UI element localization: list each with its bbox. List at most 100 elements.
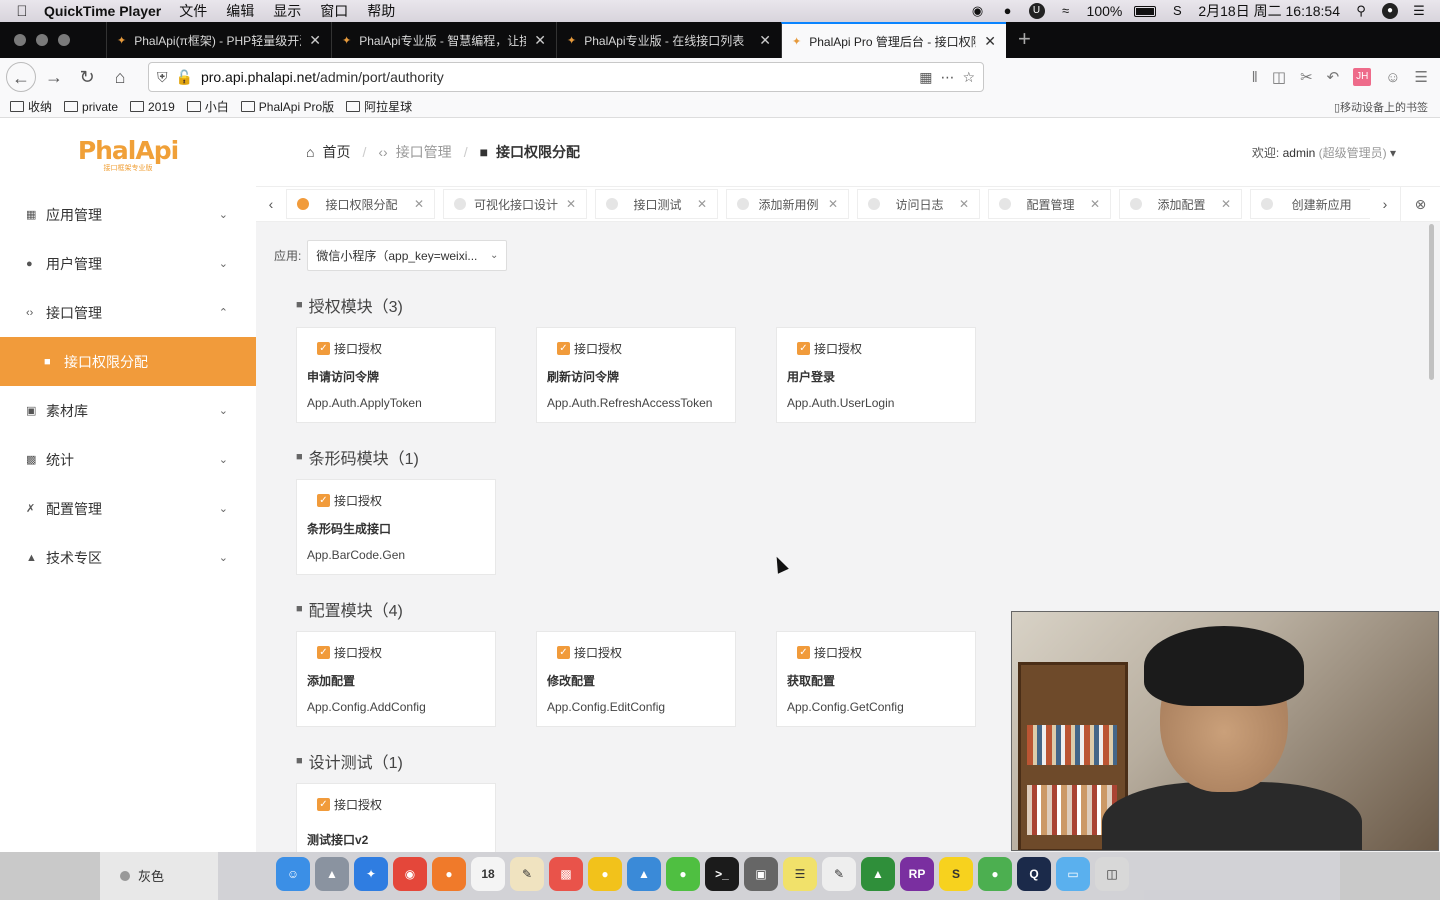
textedit-icon[interactable]: ✎ xyxy=(822,857,856,891)
wechat-dock-icon[interactable]: ● xyxy=(666,857,700,891)
sidebar-item-user-management[interactable]: ● 用户管理 ⌄ xyxy=(0,239,256,288)
close-tab-icon[interactable]: ✕ xyxy=(534,32,546,49)
menu-file[interactable]: 文件 xyxy=(179,1,207,21)
sticky-notes-icon[interactable]: ☰ xyxy=(783,857,817,891)
menu-view[interactable]: 显示 xyxy=(273,1,301,21)
page-tab[interactable]: 访问日志 ✕ xyxy=(857,189,981,219)
bookmark-folder[interactable]: PhalApi Pro版 xyxy=(240,98,334,115)
breadcrumb-home[interactable]: 首页 xyxy=(322,142,350,162)
tabs-scroll-left-icon[interactable]: ‹ xyxy=(256,196,286,212)
activity-monitor-icon[interactable]: ▲ xyxy=(861,857,895,891)
menu-window[interactable]: 窗口 xyxy=(320,1,348,21)
authorize-checkbox[interactable]: ✓ 接口授权 xyxy=(787,644,965,661)
browser-tab[interactable]: ✦ PhalApi专业版 - 智慧编程，让接 ✕ xyxy=(331,22,556,58)
authorize-checkbox[interactable]: ✓ 接口授权 xyxy=(547,340,725,357)
phalapi-logo[interactable]: PhalApi 接口框架专业版 xyxy=(0,118,256,190)
page-tab[interactable]: 添加配置 ✕ xyxy=(1119,189,1243,219)
spotlight-search-icon[interactable]: ⚲ xyxy=(1352,4,1370,18)
hamburger-menu-icon[interactable]: ☰ xyxy=(1415,68,1428,86)
firefox-icon[interactable]: ● xyxy=(432,857,466,891)
close-all-tabs-icon[interactable]: ⊗ xyxy=(1400,186,1440,222)
reload-button[interactable]: ↻ xyxy=(72,62,102,92)
mobile-bookmarks[interactable]: ▯移动设备上的书签 xyxy=(1334,99,1440,115)
notification-center-icon[interactable]: ☰ xyxy=(1410,4,1428,18)
wechat-icon[interactable]: ● xyxy=(999,4,1017,18)
close-tab-icon[interactable]: ✕ xyxy=(566,197,576,211)
jh-extension-icon[interactable]: JH xyxy=(1353,68,1372,86)
back-button[interactable]: ← xyxy=(6,62,36,92)
siri-icon[interactable]: ● xyxy=(1382,3,1398,19)
wifi-icon[interactable]: ≈ xyxy=(1057,4,1075,18)
page-tab-active[interactable]: 接口权限分配 ✕ xyxy=(286,189,435,219)
calendar-icon[interactable]: 18 xyxy=(471,857,505,891)
close-tab-icon[interactable]: ✕ xyxy=(414,197,424,211)
quicktime-icon[interactable]: Q xyxy=(1017,857,1051,891)
downloads-folder-icon[interactable]: ▭ xyxy=(1056,857,1090,891)
sidebar-item-material-library[interactable]: ▣ 素材库 ⌄ xyxy=(0,386,256,435)
breadcrumb-api-management[interactable]: 接口管理 xyxy=(396,142,452,162)
authorize-checkbox[interactable]: ✓ 接口授权 xyxy=(787,340,965,357)
content-scrollbar[interactable] xyxy=(1429,224,1434,380)
trash-icon[interactable]: ◫ xyxy=(1095,857,1129,891)
close-tab-icon[interactable]: ✕ xyxy=(959,197,969,211)
safari-icon[interactable]: ✦ xyxy=(354,857,388,891)
authorize-checkbox[interactable]: ✓ 接口授权 xyxy=(307,644,485,661)
sidebar-item-statistics[interactable]: ▩ 统计 ⌄ xyxy=(0,435,256,484)
bookmark-star-icon[interactable]: ☆ xyxy=(962,69,975,86)
bookmark-folder[interactable]: 2019 xyxy=(130,100,175,114)
undo-icon[interactable]: ↶ xyxy=(1327,68,1340,86)
menu-edit[interactable]: 编辑 xyxy=(226,1,254,21)
close-tab-icon[interactable]: ✕ xyxy=(1090,197,1100,211)
app-select-dropdown[interactable]: 微信小程序（app_key=weixi... ⌄ xyxy=(307,240,508,271)
page-tab[interactable]: 配置管理 ✕ xyxy=(988,189,1112,219)
page-tab[interactable]: 可视化接口设计 ✕ xyxy=(443,189,588,219)
authorize-checkbox[interactable]: ✓ 接口授权 xyxy=(307,796,485,813)
numbers-icon[interactable]: ▩ xyxy=(549,857,583,891)
page-tab[interactable]: 添加新用例 ✕ xyxy=(726,189,850,219)
browser-tab-active[interactable]: ✦ PhalApi Pro 管理后台 - 接口权限 ✕ xyxy=(781,22,1006,58)
screenshot-icon[interactable]: ✂ xyxy=(1300,68,1313,86)
bookmark-folder[interactable]: 阿拉星球 xyxy=(346,98,412,115)
launchpad-icon[interactable]: ▲ xyxy=(315,857,349,891)
axure-rp-icon[interactable]: RP xyxy=(900,857,934,891)
close-tab-icon[interactable]: ✕ xyxy=(828,197,838,211)
notes-icon[interactable]: ✎ xyxy=(510,857,544,891)
shield-icon[interactable]: ⛨ xyxy=(157,69,168,86)
url-text[interactable]: pro.api.phalapi.net/admin/port/authority xyxy=(201,69,911,85)
close-tab-icon[interactable]: ✕ xyxy=(1221,197,1231,211)
bookmark-folder[interactable]: 收纳 xyxy=(10,98,52,115)
close-window-button[interactable] xyxy=(14,34,26,46)
sidebar-item-app-management[interactable]: ▦ 应用管理 ⌄ xyxy=(0,190,256,239)
green-app-icon[interactable]: ● xyxy=(978,857,1012,891)
close-tab-icon[interactable]: ✕ xyxy=(759,32,771,49)
page-tab[interactable]: 创建新应用 xyxy=(1250,189,1370,219)
tabs-scroll-right-icon[interactable]: › xyxy=(1370,196,1400,212)
forward-button[interactable]: → xyxy=(39,62,69,92)
minimize-window-button[interactable] xyxy=(36,34,48,46)
new-tab-button[interactable]: + xyxy=(1006,26,1043,58)
u-icon[interactable]: U xyxy=(1028,3,1045,19)
insecure-lock-icon[interactable]: 🔓 xyxy=(176,69,193,86)
app-name-menu[interactable]: QuickTime Player xyxy=(44,3,161,19)
screenshot-app-icon[interactable]: ▣ xyxy=(744,857,778,891)
more-actions-icon[interactable]: ⋯ xyxy=(940,69,954,86)
browser-tab[interactable]: ✦ PhalApi(π框架) - PHP轻量级开源 ✕ xyxy=(106,22,331,58)
authorize-checkbox[interactable]: ✓ 接口授权 xyxy=(307,340,485,357)
menubar-clock[interactable]: 2月18日 周二 16:18:54 xyxy=(1198,1,1340,21)
menu-help[interactable]: 帮助 xyxy=(367,1,395,21)
page-tab[interactable]: 接口测试 ✕ xyxy=(595,189,719,219)
bookmark-folder[interactable]: private xyxy=(64,100,118,114)
terminal-icon[interactable]: >_ xyxy=(705,857,739,891)
s-app-icon[interactable]: S xyxy=(1168,4,1186,18)
stickies-icon[interactable]: ● xyxy=(588,857,622,891)
browser-tab[interactable]: ✦ PhalApi专业版 - 在线接口列表 ✕ xyxy=(556,22,781,58)
app-s-icon[interactable]: S xyxy=(939,857,973,891)
library-icon[interactable]: ‖ xyxy=(1252,69,1258,86)
sidebar-item-config-management[interactable]: ✗ 配置管理 ⌄ xyxy=(0,484,256,533)
close-tab-icon[interactable]: ✕ xyxy=(697,197,707,211)
sidebar-item-tech-zone[interactable]: ▲ 技术专区 ⌄ xyxy=(0,533,256,582)
user-menu[interactable]: 欢迎: admin (超级管理员) ▾ xyxy=(1252,144,1396,161)
account-icon[interactable]: ☺ xyxy=(1385,69,1400,86)
url-bar[interactable]: ⛨ 🔓 pro.api.phalapi.net/admin/port/autho… xyxy=(148,62,984,92)
qr-code-icon[interactable]: ▦ xyxy=(919,69,932,86)
